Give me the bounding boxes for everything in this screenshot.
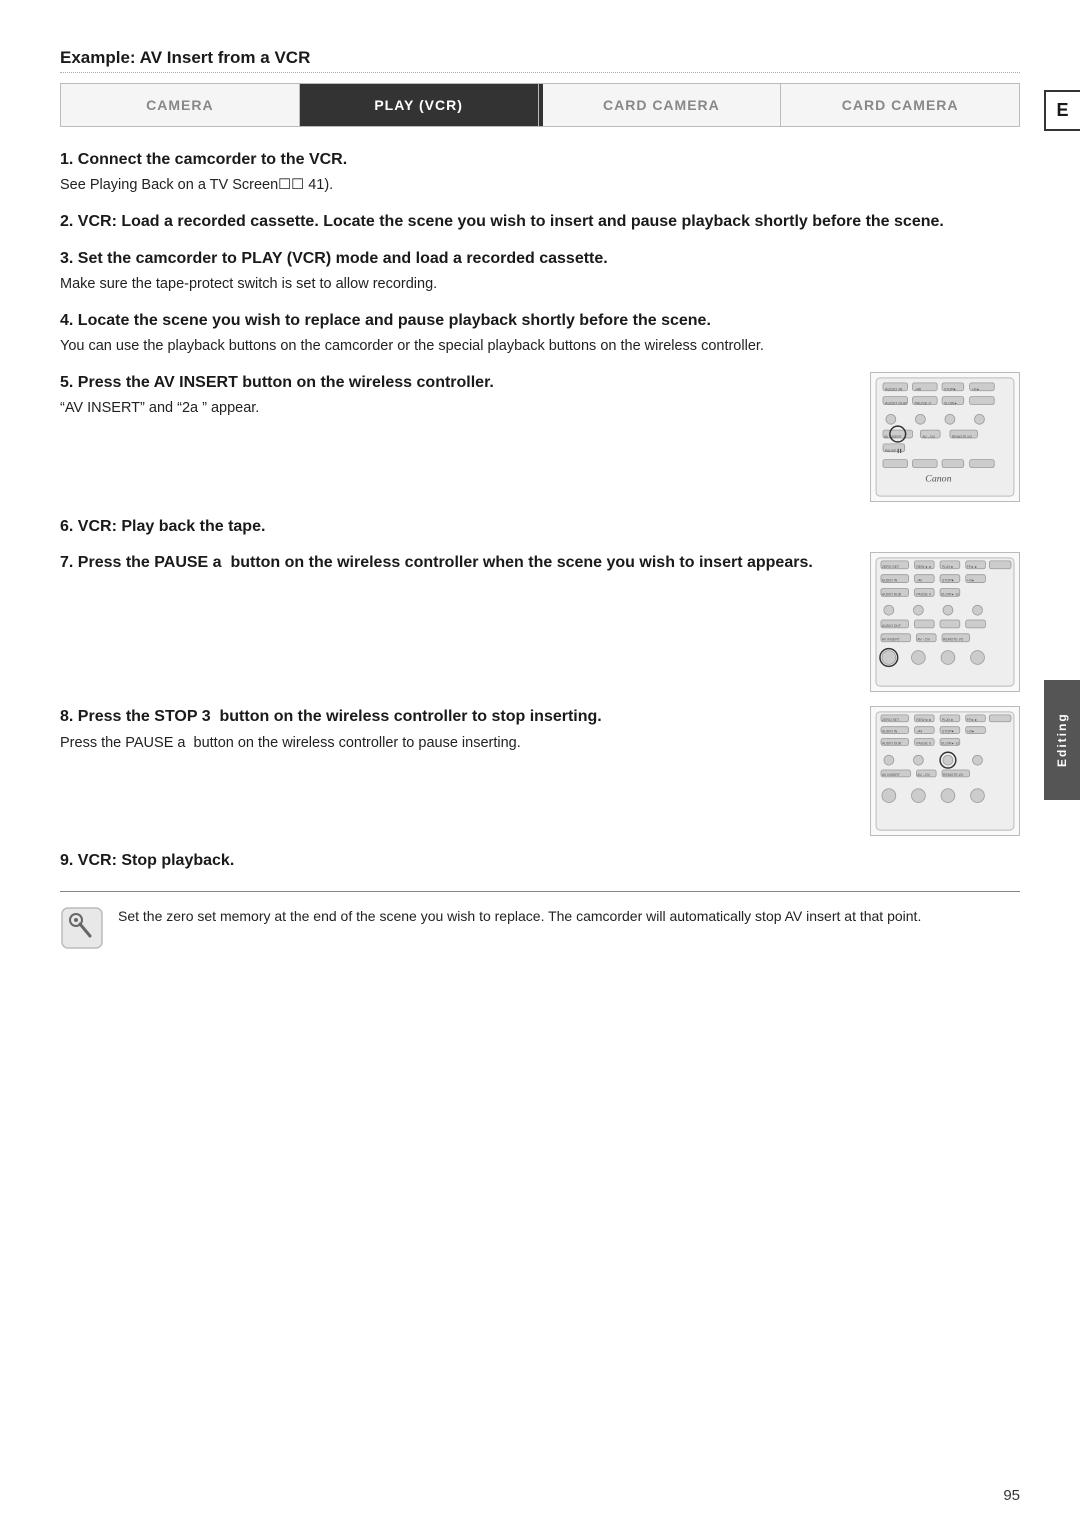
- svg-text:AUDIO DUB: AUDIO DUB: [882, 742, 902, 746]
- step-3-body: Make sure the tape-protect switch is set…: [60, 274, 1020, 296]
- step-9: 9. VCR: Stop playback.: [60, 850, 1020, 872]
- step-8-with-image: 8. Press the STOP 3 button on the wirele…: [60, 706, 1020, 836]
- svg-text:ZERO SET: ZERO SET: [882, 718, 900, 722]
- svg-text:REW◄◄: REW◄◄: [916, 565, 931, 569]
- svg-text:AV INSERT: AV INSERT: [884, 435, 903, 439]
- svg-text:SLOW►: SLOW►: [944, 401, 958, 405]
- step-7-with-image: 7. Press the PAUSE a button on the wirel…: [60, 552, 1020, 692]
- step-2-heading: 2. VCR: Load a recorded cassette. Locate…: [60, 211, 1020, 233]
- mode-bar: CAMERA PLAY (VCR) CARD CAMERA CARD CAMER…: [60, 83, 1020, 127]
- mode-camera: CAMERA: [61, 84, 300, 126]
- svg-text:AUDIO OUT: AUDIO OUT: [882, 624, 902, 628]
- svg-text:AUDIO DUB: AUDIO DUB: [885, 400, 907, 405]
- svg-text:SLOW► x2: SLOW► x2: [941, 742, 959, 746]
- content: 1. Connect the camcorder to the VCR. See…: [60, 149, 1020, 950]
- svg-text:REMOTE I/O: REMOTE I/O: [943, 773, 964, 777]
- step-8-heading: 8. Press the STOP 3 button on the wirele…: [60, 706, 852, 728]
- svg-text:FF►►: FF►►: [967, 718, 978, 722]
- note-box: Set the zero set memory at the end of th…: [60, 891, 1020, 950]
- step-6-heading: 6. VCR: Play back the tape.: [60, 516, 1020, 538]
- side-tab-e: E: [1044, 90, 1080, 131]
- page-container: E Editing Example: AV Insert from a VCR …: [0, 0, 1080, 1534]
- section-title: Example: AV Insert from a VCR: [60, 48, 1020, 68]
- step-2: 2. VCR: Load a recorded cassette. Locate…: [60, 211, 1020, 233]
- svg-text:FF►►: FF►►: [967, 565, 978, 569]
- step-8-body: Press the PAUSE a button on the wireless…: [60, 733, 852, 755]
- svg-text:REW◄◄: REW◄◄: [916, 718, 931, 722]
- svg-text:+/II►: +/II►: [967, 730, 975, 734]
- page-number: 95: [1003, 1487, 1020, 1504]
- svg-text:Canon: Canon: [925, 473, 951, 484]
- svg-text:-/4II: -/4II: [916, 579, 922, 583]
- svg-text:AUDIO IN: AUDIO IN: [882, 579, 898, 583]
- svg-text:PAUSE II: PAUSE II: [914, 400, 930, 405]
- svg-text:AV→DV: AV→DV: [922, 435, 935, 439]
- step-8-text: 8. Press the STOP 3 button on the wirele…: [60, 706, 852, 758]
- step-1-heading: 1. Connect the camcorder to the VCR.: [60, 149, 1020, 171]
- step-5-with-image: 5. Press the AV INSERT button on the wir…: [60, 372, 1020, 502]
- side-tab-editing: Editing: [1044, 680, 1080, 800]
- svg-text:AV INSERT: AV INSERT: [882, 638, 901, 642]
- mode-play-vcr: PLAY (VCR): [300, 84, 539, 126]
- step-5-heading: 5. Press the AV INSERT button on the wir…: [60, 372, 852, 394]
- svg-text:STOP■: STOP■: [942, 730, 953, 734]
- svg-text:PLAY►: PLAY►: [942, 718, 954, 722]
- svg-text:AUDIO DUB: AUDIO DUB: [882, 593, 902, 597]
- svg-text:PAUSE II: PAUSE II: [916, 742, 930, 746]
- svg-text:AUDIO IN: AUDIO IN: [882, 730, 898, 734]
- step-3-heading: 3. Set the camcorder to PLAY (VCR) mode …: [60, 248, 1020, 270]
- svg-text:+/II►: +/II►: [967, 579, 975, 583]
- step-5-text: 5. Press the AV INSERT button on the wir…: [60, 372, 852, 424]
- step-1: 1. Connect the camcorder to the VCR. See…: [60, 149, 1020, 197]
- svg-text:-/4II: -/4II: [914, 387, 921, 392]
- note-text: Set the zero set memory at the end of th…: [118, 906, 921, 927]
- title-divider: [60, 72, 1020, 73]
- step-8-image: ZERO SET REW◄◄ PLAY► FF►► AUDIO IN -/4II…: [870, 706, 1020, 836]
- svg-text:STOP■: STOP■: [944, 388, 955, 392]
- step-4-heading: 4. Locate the scene you wish to replace …: [60, 310, 1020, 332]
- step-7-text: 7. Press the PAUSE a button on the wirel…: [60, 552, 852, 578]
- svg-text:-/4II: -/4II: [916, 730, 922, 734]
- svg-text:PAUSE II: PAUSE II: [916, 593, 930, 597]
- svg-text:AV→DV: AV→DV: [917, 773, 930, 777]
- svg-text:+/II►: +/II►: [972, 388, 980, 392]
- step-4-body: You can use the playback buttons on the …: [60, 336, 1020, 358]
- svg-text:ZERO SET: ZERO SET: [882, 565, 900, 569]
- svg-text:REMOTE I/O: REMOTE I/O: [943, 638, 964, 642]
- mode-card-camera-1: CARD CAMERA: [543, 84, 782, 126]
- svg-text:STOP■: STOP■: [942, 579, 953, 583]
- step-1-body: See Playing Back on a TV Screen☐☐ 41).: [60, 175, 1020, 197]
- note-icon: [60, 906, 104, 950]
- step-5-image: AUDIO IN -/4II STOP■ +/II► AUDIO DUB PAU…: [870, 372, 1020, 502]
- mode-card-camera-2: CARD CAMERA: [781, 84, 1019, 126]
- svg-text:AUDIO IN: AUDIO IN: [885, 387, 903, 392]
- svg-text:REMOTE I/O: REMOTE I/O: [952, 435, 973, 439]
- svg-text:SLOW► x2: SLOW► x2: [941, 593, 959, 597]
- step-3: 3. Set the camcorder to PLAY (VCR) mode …: [60, 248, 1020, 296]
- step-6: 6. VCR: Play back the tape.: [60, 516, 1020, 538]
- svg-text:AV INSERT: AV INSERT: [882, 773, 901, 777]
- step-4: 4. Locate the scene you wish to replace …: [60, 310, 1020, 358]
- svg-text:PLAY►: PLAY►: [942, 565, 954, 569]
- step-7-heading: 7. Press the PAUSE a button on the wirel…: [60, 552, 852, 574]
- step-5-body: “AV INSERT” and “2a ” appear.: [60, 398, 852, 420]
- svg-text:AV→DV: AV→DV: [917, 638, 930, 642]
- step-7-image: ZERO SET REW◄◄ PLAY► FF►► AUDIO IN -/4II…: [870, 552, 1020, 692]
- step-9-heading: 9. VCR: Stop playback.: [60, 850, 1020, 872]
